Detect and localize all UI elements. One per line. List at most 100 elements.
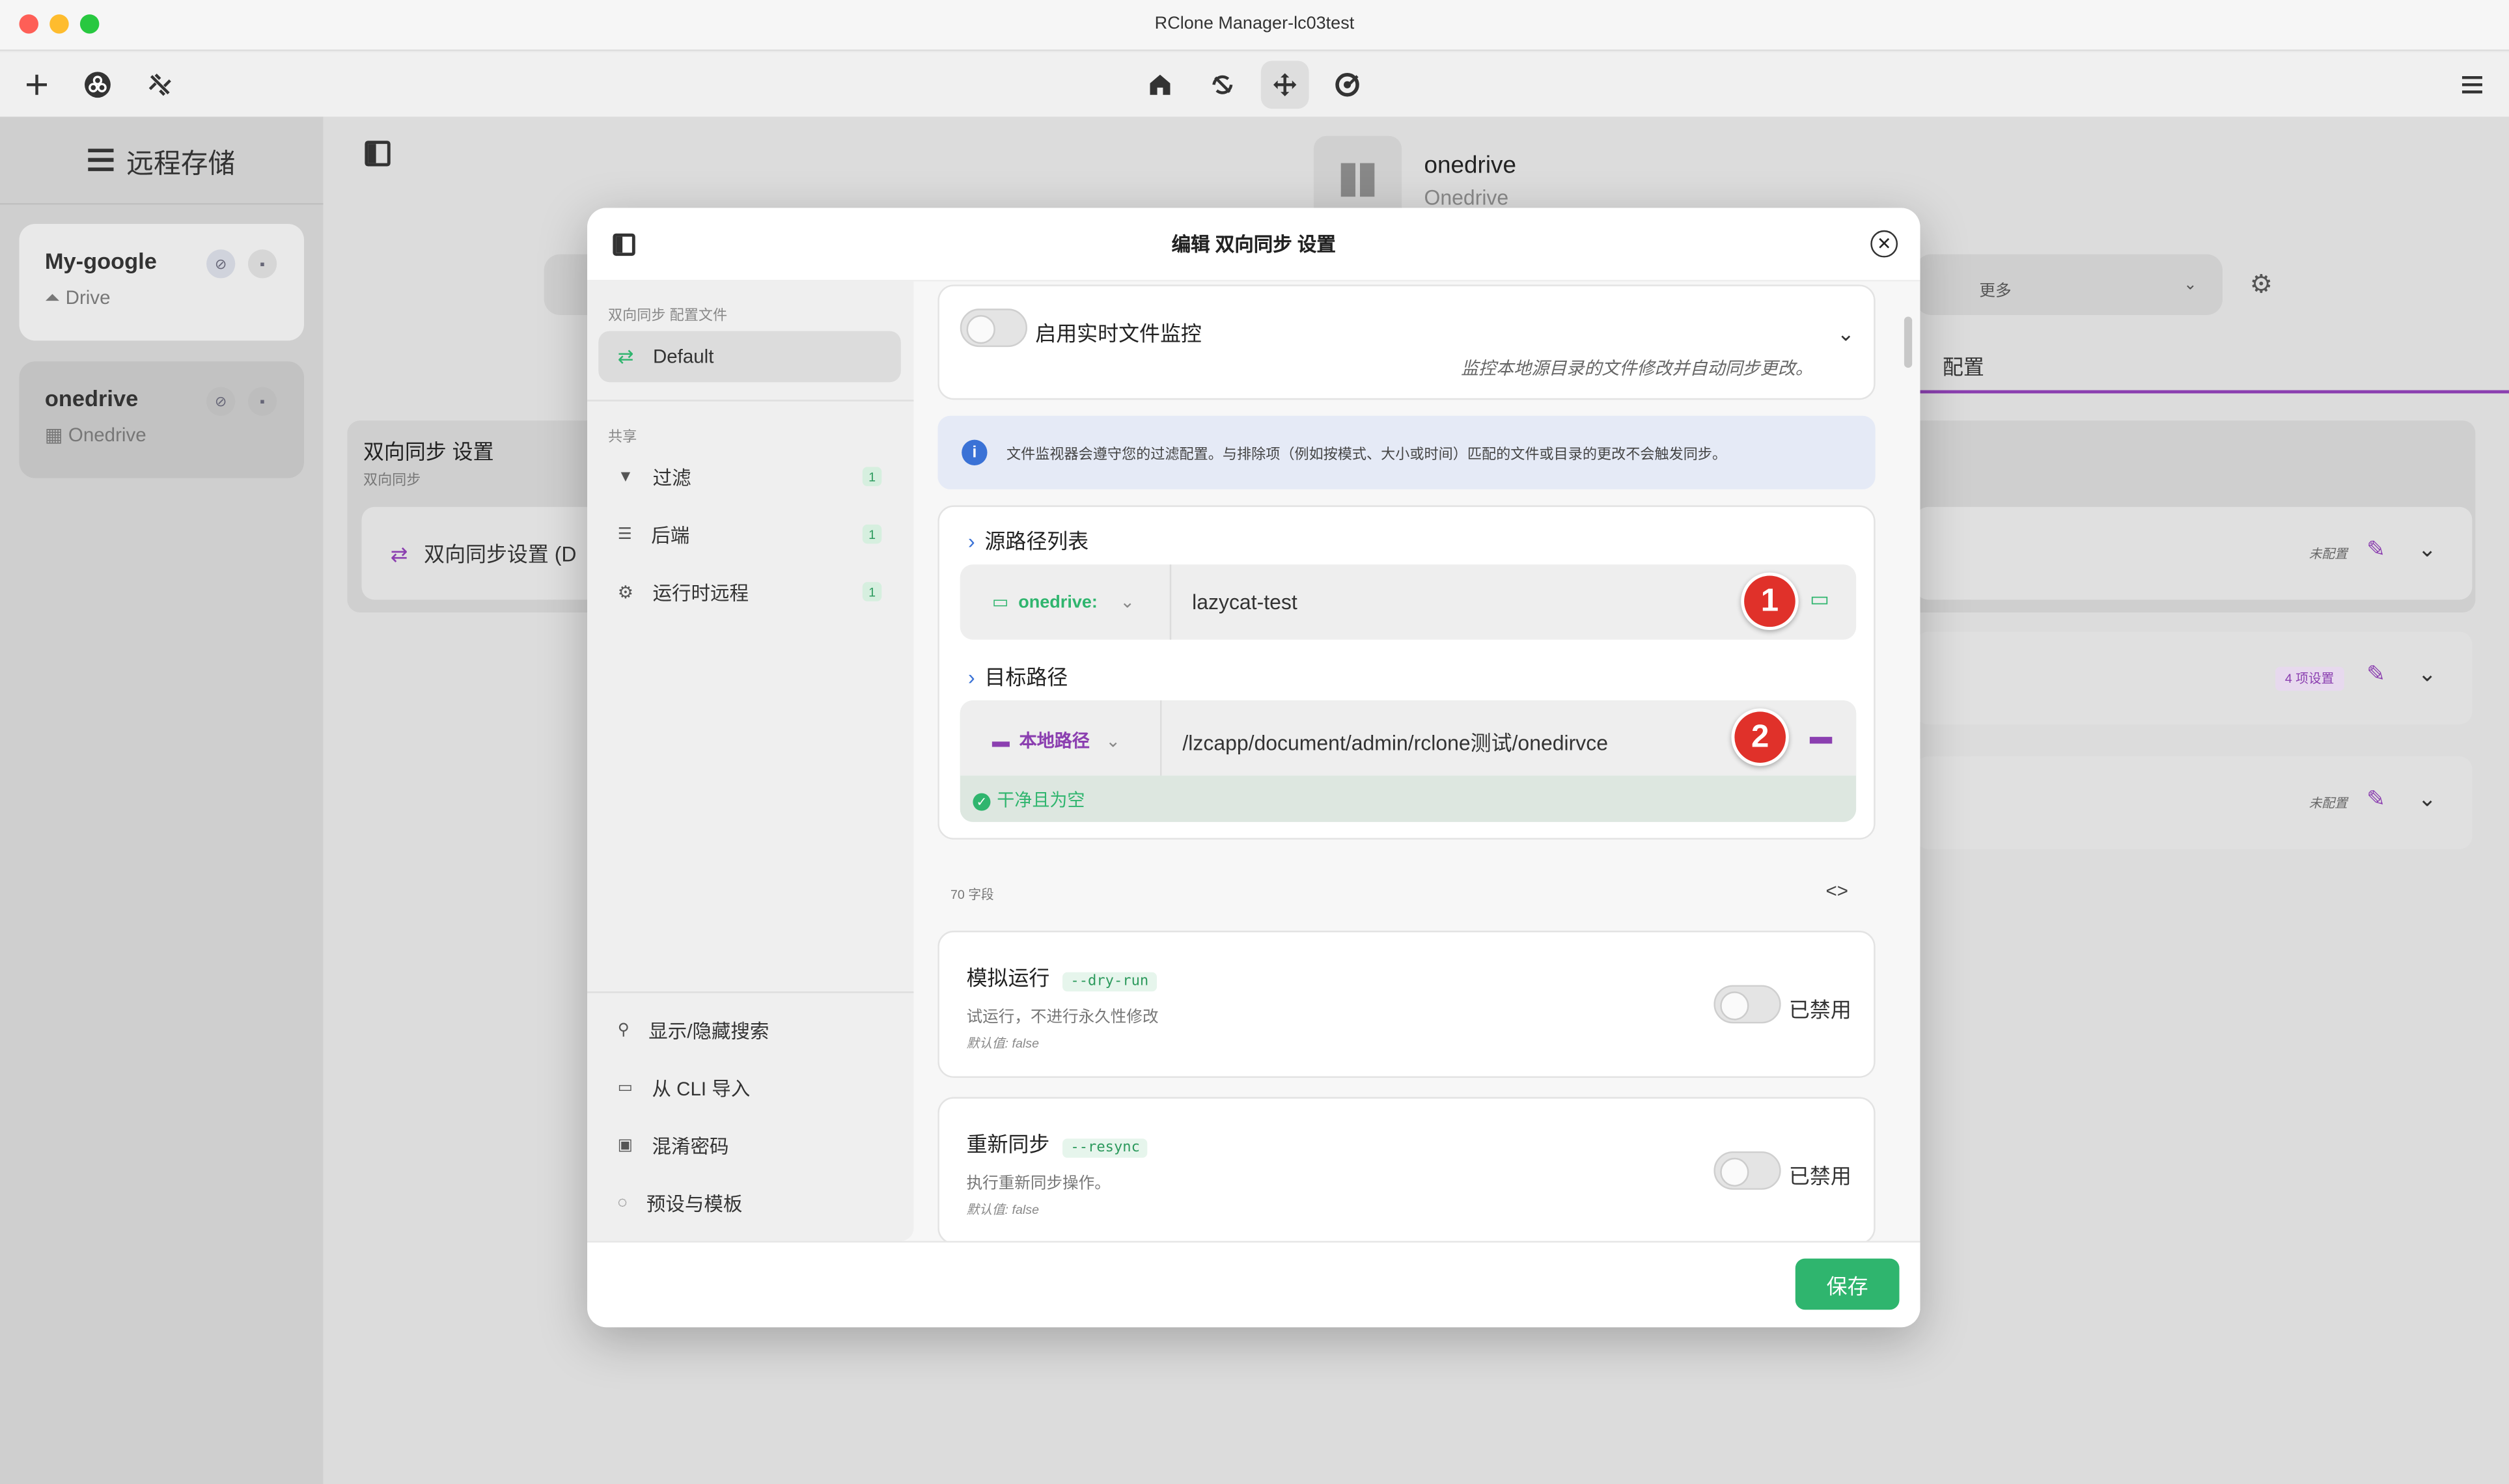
windows-icon: ▦	[44, 424, 63, 447]
target-path-input[interactable]: /lzcapp/document/admin/rclone测试/onedirvc…	[1182, 726, 1608, 756]
obscure-password-item[interactable]: ▣ 混淆密码	[598, 1120, 901, 1171]
move-icon[interactable]	[1260, 61, 1309, 109]
option-title: 模拟运行 --dry-run	[967, 961, 1157, 992]
config-row[interactable]: 未配置 ✎ ⌄	[1915, 756, 2473, 849]
chevron-down-icon[interactable]: ⌄	[2418, 536, 2437, 563]
option-default: 默认值: false	[966, 1036, 1040, 1051]
app-logo-icon[interactable]	[74, 61, 122, 109]
dry-run-toggle[interactable]	[1713, 985, 1781, 1024]
chevron-right-icon: ›	[968, 529, 975, 554]
target-remote-select[interactable]: ▬ 本地路径 ⌄	[960, 700, 1162, 776]
option-dry-run: 模拟运行 --dry-run 试运行，不进行永久性修改 默认值: false 已禁…	[937, 930, 1876, 1078]
source-path-input[interactable]: lazycat-test	[1192, 590, 1297, 614]
chevron-down-icon: ⌄	[1105, 732, 1121, 752]
section-subtitle: 双向同步	[363, 471, 421, 488]
folder-badge-icon[interactable]: ▪	[247, 249, 277, 279]
chevron-down-icon[interactable]: ⌄	[2418, 661, 2437, 688]
chevron-down-icon[interactable]: ⌄	[1837, 322, 1855, 347]
target-section-header[interactable]: › 目标路径	[968, 661, 1068, 691]
target-path-row: ▬ 本地路径 ⌄ /lzcapp/document/admin/rclone测试/o…	[960, 700, 1857, 822]
terminal-icon: ▭	[617, 1079, 633, 1097]
title-bar: RClone Manager-lc03test	[0, 0, 2509, 51]
toggle-search-item[interactable]: ⚲ 显示/隐藏搜索	[598, 1004, 901, 1056]
panel-toggle-icon[interactable]	[365, 141, 391, 167]
save-button[interactable]: 保存	[1795, 1258, 1900, 1310]
dialog-title: 编辑 双向同步 设置	[1171, 233, 1336, 256]
marker-1: 1	[1741, 572, 1799, 631]
shared-item-filter[interactable]: ▼ 过滤 1	[598, 451, 901, 502]
edit-pencil-icon[interactable]: ✎	[2366, 661, 2385, 688]
panel-toggle-icon[interactable]	[613, 233, 635, 256]
dialog-header: 编辑 双向同步 设置 ✕	[587, 208, 1920, 282]
edit-pencil-icon[interactable]: ✎	[2366, 536, 2385, 563]
sync-icon[interactable]	[1199, 61, 1247, 109]
search-icon: ⚲	[617, 1021, 630, 1039]
paths-box: › 源路径列表 ▭ onedrive: ⌄ lazycat-test 1 ▭ › 目标路…	[937, 505, 1876, 840]
info-text: 文件监视器会遵守您的过滤配置。与排除项（例如按模式、大小或时间）匹配的文件或目录…	[1006, 446, 1727, 463]
option-flag: --dry-run	[1062, 972, 1157, 992]
config-row[interactable]: 未配置 ✎ ⌄	[1915, 506, 2473, 600]
file-watch-label: 启用实时文件监控	[1035, 321, 1202, 346]
chevron-down-icon: ⌄	[1120, 593, 1135, 612]
serve-icon[interactable]	[1324, 61, 1372, 109]
menu-icon[interactable]	[2448, 61, 2497, 109]
drive-icon: ▭	[991, 593, 1009, 612]
divider	[587, 400, 914, 402]
dialog-main-content: 启用实时文件监控 监控本地源目录的文件修改并自动同步更改。 ⌄ i 文件监视器会…	[937, 281, 1894, 1241]
check-circle-icon: ✓	[973, 793, 991, 811]
info-icon: i	[962, 439, 988, 465]
option-title: 重新同步 --resync	[967, 1127, 1148, 1158]
import-cli-item[interactable]: ▭ 从 CLI 导入	[598, 1062, 901, 1113]
toolbar	[0, 53, 2509, 117]
shared-item-backend[interactable]: ☰ 后端 1	[598, 508, 901, 560]
add-icon[interactable]	[13, 61, 61, 109]
sync-badge-icon[interactable]: ⊘	[206, 249, 236, 279]
dialog-side-panel: 双向同步 配置文件 ⇄ Default 共享 ▼ 过滤 1 ☰ 后端 1 ⚙ 运…	[587, 281, 914, 1241]
tab-underline	[1915, 390, 2509, 394]
shared-item-runtime-remote[interactable]: ⚙ 运行时远程 1	[598, 566, 901, 618]
marker-2: 2	[1731, 708, 1789, 766]
remotes-sidebar: 远程存储 My-google ⏶ Drive ⊘ ▪ onedrive ▦ On…	[0, 117, 324, 1484]
list-icon	[88, 148, 114, 171]
bisync-settings-dialog: 编辑 双向同步 设置 ✕ 双向同步 配置文件 ⇄ Default 共享 ▼ 过滤…	[587, 208, 1920, 1328]
edit-pencil-icon[interactable]: ✎	[2366, 785, 2385, 812]
presets-templates-item[interactable]: ◌ 预设与模板	[598, 1177, 901, 1228]
settings-gear-icon[interactable]: ⚙	[2250, 269, 2273, 301]
tab-config[interactable]: 配置	[1943, 350, 1984, 381]
resync-toggle[interactable]	[1713, 1151, 1781, 1190]
file-watch-toggle[interactable]	[960, 309, 1027, 348]
remote-card-my-google[interactable]: My-google ⏶ Drive ⊘ ▪	[19, 223, 305, 341]
sync-badge-icon[interactable]: ⊘	[206, 387, 236, 416]
home-icon[interactable]	[1136, 61, 1184, 109]
dialog-footer: 保存	[587, 1241, 1920, 1328]
remote-card-onedrive[interactable]: onedrive ▦ Onedrive ⊘ ▪	[19, 361, 305, 478]
option-default: 默认值: false	[966, 1202, 1040, 1217]
disconnect-icon[interactable]	[136, 61, 184, 109]
option-desc: 执行重新同步操作。	[966, 1175, 1111, 1193]
close-dialog-icon[interactable]: ✕	[1870, 230, 1898, 258]
folder-icon: ▬	[991, 732, 1010, 752]
chevron-right-icon: ›	[968, 665, 975, 689]
shared-section-title: 共享	[608, 428, 637, 445]
chevron-down-icon[interactable]: ⌄	[2418, 785, 2437, 812]
source-section-header[interactable]: › 源路径列表	[968, 525, 1088, 555]
folder-badge-icon[interactable]: ▪	[247, 387, 277, 416]
config-row[interactable]: 4 项设置 ✎ ⌄	[1915, 631, 2473, 724]
swap-icon: ⇄	[617, 345, 634, 368]
browse-folder-icon[interactable]: ▬	[1810, 723, 1832, 749]
profile-default[interactable]: ⇄ Default	[598, 331, 901, 383]
profiles-section-title: 双向同步 配置文件	[608, 307, 728, 323]
sidebar-header: 远程存储	[0, 117, 324, 205]
drive-icon: ⏶	[44, 286, 61, 309]
browse-remote-icon[interactable]: ▭	[1810, 587, 1829, 612]
source-path-row: ▭ onedrive: ⌄ lazycat-test 1 ▭	[960, 564, 1857, 640]
scrollbar-thumb[interactable]	[1904, 316, 1913, 368]
target-status: ✓ 干净且为空	[973, 787, 1085, 812]
option-state: 已禁用	[1788, 1164, 1851, 1189]
remote-type: Onedrive	[68, 424, 146, 447]
option-desc: 试运行，不进行永久性修改	[966, 1009, 1159, 1027]
more-select[interactable]: 更多 ⌄	[1915, 254, 2223, 316]
source-remote-select[interactable]: ▭ onedrive: ⌄	[960, 564, 1172, 640]
code-view-icon[interactable]: <>	[1825, 879, 1848, 901]
app-window: RClone Manager-lc03test 远程存储 My-google ⏶…	[0, 0, 2509, 1484]
